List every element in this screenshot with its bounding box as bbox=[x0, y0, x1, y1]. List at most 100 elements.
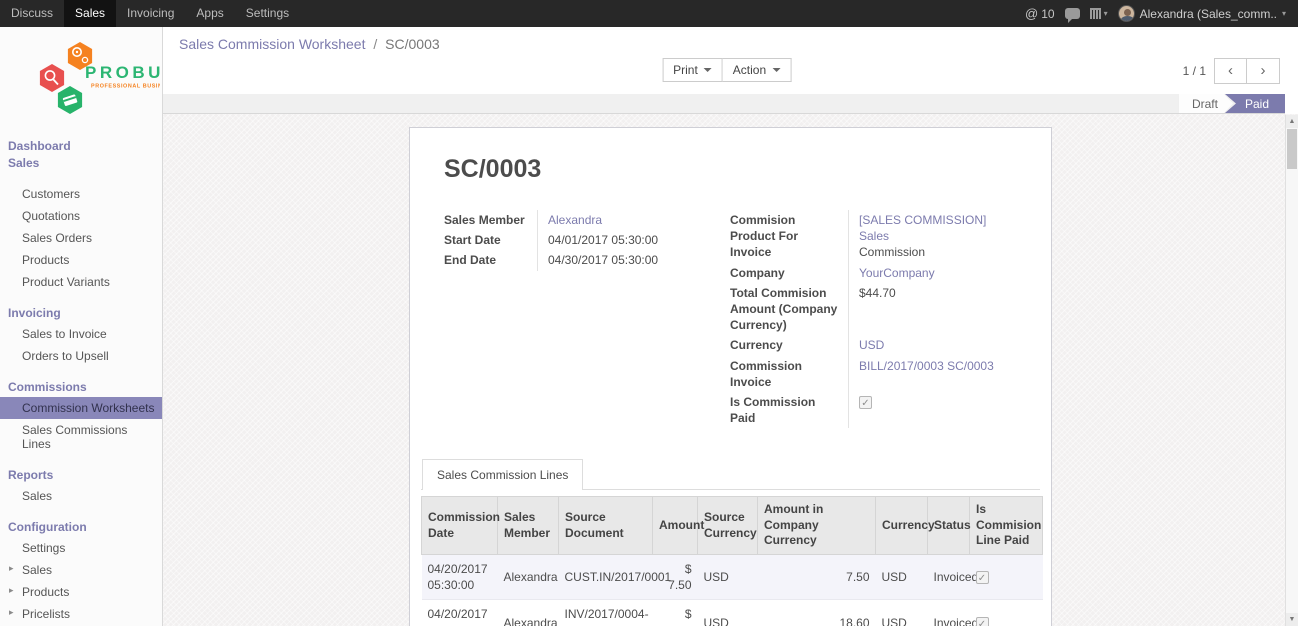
top-menu: Discuss Sales Invoicing Apps Settings bbox=[0, 0, 300, 27]
nav-item-apps[interactable]: Apps bbox=[185, 0, 234, 27]
line-paid-checkbox: ✓ bbox=[976, 571, 989, 584]
col-is-commision-line-paid: Is Commision Line Paid bbox=[970, 497, 1043, 555]
pager-next-button[interactable]: › bbox=[1247, 58, 1280, 84]
sidebar-item-sales-commissions-lines[interactable]: Sales Commissions Lines bbox=[0, 419, 162, 455]
chevron-down-icon: ▾ bbox=[1282, 9, 1286, 18]
nav-item-settings[interactable]: Settings bbox=[235, 0, 300, 27]
scroll-up-button[interactable]: ▲ bbox=[1286, 115, 1298, 128]
breadcrumb-parent-link[interactable]: Sales Commission Worksheet bbox=[179, 36, 365, 52]
cell-date: 04/20/2017 05:30:00 bbox=[422, 600, 498, 626]
sidebar-item-quotations[interactable]: Quotations bbox=[0, 205, 162, 227]
commission-product-link[interactable]: [SALES COMMISSION] Sales bbox=[859, 213, 986, 243]
sidebar-item-customers[interactable]: Customers bbox=[0, 183, 162, 205]
start-date-value: 04/01/2017 05:30:00 bbox=[537, 230, 730, 250]
pager-value: 1 / 1 bbox=[1183, 64, 1206, 78]
commission-invoice-link[interactable]: BILL/2017/0003 SC/0003 bbox=[859, 359, 994, 373]
caret-down-icon bbox=[772, 68, 780, 76]
commission-product-rest: Commission bbox=[859, 245, 925, 259]
table-row[interactable]: 04/20/2017 05:30:00 Alexandra INV/2017/0… bbox=[422, 600, 1043, 626]
top-navbar-right: @ 10 ▾ Alexandra (Sales_comm.. ▾ bbox=[1025, 0, 1298, 27]
total-commission-label: Total Commision Amount (Company Currency… bbox=[730, 283, 848, 336]
sidebar-item-label: Sales bbox=[22, 563, 52, 577]
currency-link[interactable]: USD bbox=[859, 338, 884, 352]
expand-caret-icon: ▸ bbox=[9, 563, 14, 574]
cell-amount: $ 18.60 bbox=[653, 600, 698, 626]
at-icon: @ bbox=[1025, 6, 1038, 21]
nav-item-invoicing[interactable]: Invoicing bbox=[116, 0, 185, 27]
cell-currency: USD bbox=[876, 555, 928, 600]
content-area: Sales Commission Worksheet / SC/0003 Pri… bbox=[163, 27, 1298, 626]
sidebar-item-config-sales[interactable]: ▸ Sales bbox=[0, 559, 162, 581]
pager: 1 / 1 ‹ › bbox=[1183, 58, 1280, 84]
table-header-row: Commission Date Sales Member Source Docu… bbox=[422, 497, 1043, 555]
sidebar-item-products[interactable]: Products bbox=[0, 249, 162, 271]
form-sheet: SC/0003 Sales Member Alexandra Start Dat… bbox=[409, 127, 1052, 626]
vertical-scrollbar[interactable]: ▲ ▼ bbox=[1285, 115, 1298, 626]
table-row[interactable]: 04/20/2017 05:30:00 Alexandra CUST.IN/20… bbox=[422, 555, 1043, 600]
control-panel: Sales Commission Worksheet / SC/0003 Pri… bbox=[163, 27, 1298, 94]
field-group-right: Commision Product For Invoice [SALES COM… bbox=[730, 210, 1017, 428]
sidebar-header-commissions: Commissions bbox=[0, 377, 162, 397]
sidebar-header-configuration: Configuration bbox=[0, 517, 162, 537]
scroll-down-button[interactable]: ▼ bbox=[1286, 613, 1298, 626]
sidebar-item-config-settings[interactable]: Settings bbox=[0, 537, 162, 559]
scrollbar-thumb[interactable] bbox=[1287, 129, 1297, 169]
check-icon: ✓ bbox=[978, 619, 986, 626]
col-source-currency: Source Currency bbox=[698, 497, 758, 555]
statusbar: Draft Paid bbox=[163, 94, 1285, 114]
check-icon: ✓ bbox=[978, 573, 986, 584]
company-menu[interactable]: ▾ bbox=[1090, 8, 1108, 19]
sidebar-section-commissions: Commissions Commission Worksheets Sales … bbox=[0, 377, 162, 455]
messages-icon[interactable] bbox=[1065, 8, 1080, 19]
sidebar-item-sales-orders[interactable]: Sales Orders bbox=[0, 227, 162, 249]
cell-document: INV/2017/0004-SO008 bbox=[559, 600, 653, 626]
currency-label: Currency bbox=[730, 335, 848, 355]
user-menu[interactable]: Alexandra (Sales_comm.. ▾ bbox=[1118, 5, 1286, 22]
sidebar-item-config-pricelists[interactable]: ▸Pricelists bbox=[0, 603, 162, 625]
is-commission-paid-checkbox: ✓ bbox=[859, 396, 872, 409]
mention-counter[interactable]: @ 10 bbox=[1025, 6, 1055, 21]
probuse-logo[interactable]: PROBUSE PROFESSIONAL BUSINESS bbox=[0, 27, 162, 136]
col-status: Status bbox=[928, 497, 970, 555]
sidebar-item-dashboard[interactable]: Dashboard bbox=[0, 136, 162, 156]
pager-previous-button[interactable]: ‹ bbox=[1214, 58, 1247, 84]
building-icon bbox=[1090, 8, 1101, 19]
sidebar-item-commission-worksheets[interactable]: Commission Worksheets bbox=[0, 397, 162, 419]
sidebar-section-sales: Customers Quotations Sales Orders Produc… bbox=[0, 183, 162, 293]
action-button[interactable]: Action bbox=[723, 58, 791, 82]
sidebar-item-reports-sales[interactable]: Sales bbox=[0, 485, 162, 507]
company-link[interactable]: YourCompany bbox=[859, 266, 935, 280]
nav-item-sales[interactable]: Sales bbox=[64, 0, 116, 27]
mention-count: 10 bbox=[1041, 7, 1054, 21]
svg-text:PROFESSIONAL BUSINESS: PROFESSIONAL BUSINESS bbox=[91, 84, 160, 90]
status-step-paid[interactable]: Paid bbox=[1225, 94, 1285, 113]
field-groups: Sales Member Alexandra Start Date 04/01/… bbox=[444, 210, 1017, 428]
sidebar-item-label: Pricelists bbox=[22, 607, 70, 621]
tab-sales-commission-lines[interactable]: Sales Commission Lines bbox=[422, 459, 583, 490]
is-commission-paid-label: Is Commission Paid bbox=[730, 392, 848, 428]
end-date-label: End Date bbox=[444, 250, 537, 270]
sales-member-link[interactable]: Alexandra bbox=[548, 213, 602, 227]
sidebar-item-orders-to-upsell[interactable]: Orders to Upsell bbox=[0, 345, 162, 367]
chevron-down-icon: ▾ bbox=[1104, 9, 1108, 18]
breadcrumb-current: SC/0003 bbox=[385, 36, 439, 52]
col-currency: Currency bbox=[876, 497, 928, 555]
col-commission-date: Commission Date bbox=[422, 497, 498, 555]
commission-invoice-label: Commission Invoice bbox=[730, 356, 848, 392]
print-button[interactable]: Print bbox=[662, 58, 723, 82]
cell-amount-company: 18.60 bbox=[758, 600, 876, 626]
print-button-label: Print bbox=[673, 63, 698, 77]
col-amount: Amount bbox=[653, 497, 698, 555]
sidebar-item-product-variants[interactable]: Product Variants bbox=[0, 271, 162, 293]
svg-text:PROBUSE: PROBUSE bbox=[85, 63, 160, 82]
field-group-left: Sales Member Alexandra Start Date 04/01/… bbox=[444, 210, 730, 428]
cell-status: Invoiced bbox=[928, 555, 970, 600]
nav-item-discuss[interactable]: Discuss bbox=[0, 0, 64, 27]
sidebar-item-sales[interactable]: Sales bbox=[0, 156, 162, 173]
cell-amount-company: 7.50 bbox=[758, 555, 876, 600]
sidebar-item-config-products[interactable]: ▸Products bbox=[0, 581, 162, 603]
status-step-draft[interactable]: Draft bbox=[1179, 94, 1233, 113]
col-sales-member: Sales Member bbox=[498, 497, 559, 555]
cell-document: CUST.IN/2017/0001 bbox=[559, 555, 653, 600]
sidebar-item-sales-to-invoice[interactable]: Sales to Invoice bbox=[0, 323, 162, 345]
